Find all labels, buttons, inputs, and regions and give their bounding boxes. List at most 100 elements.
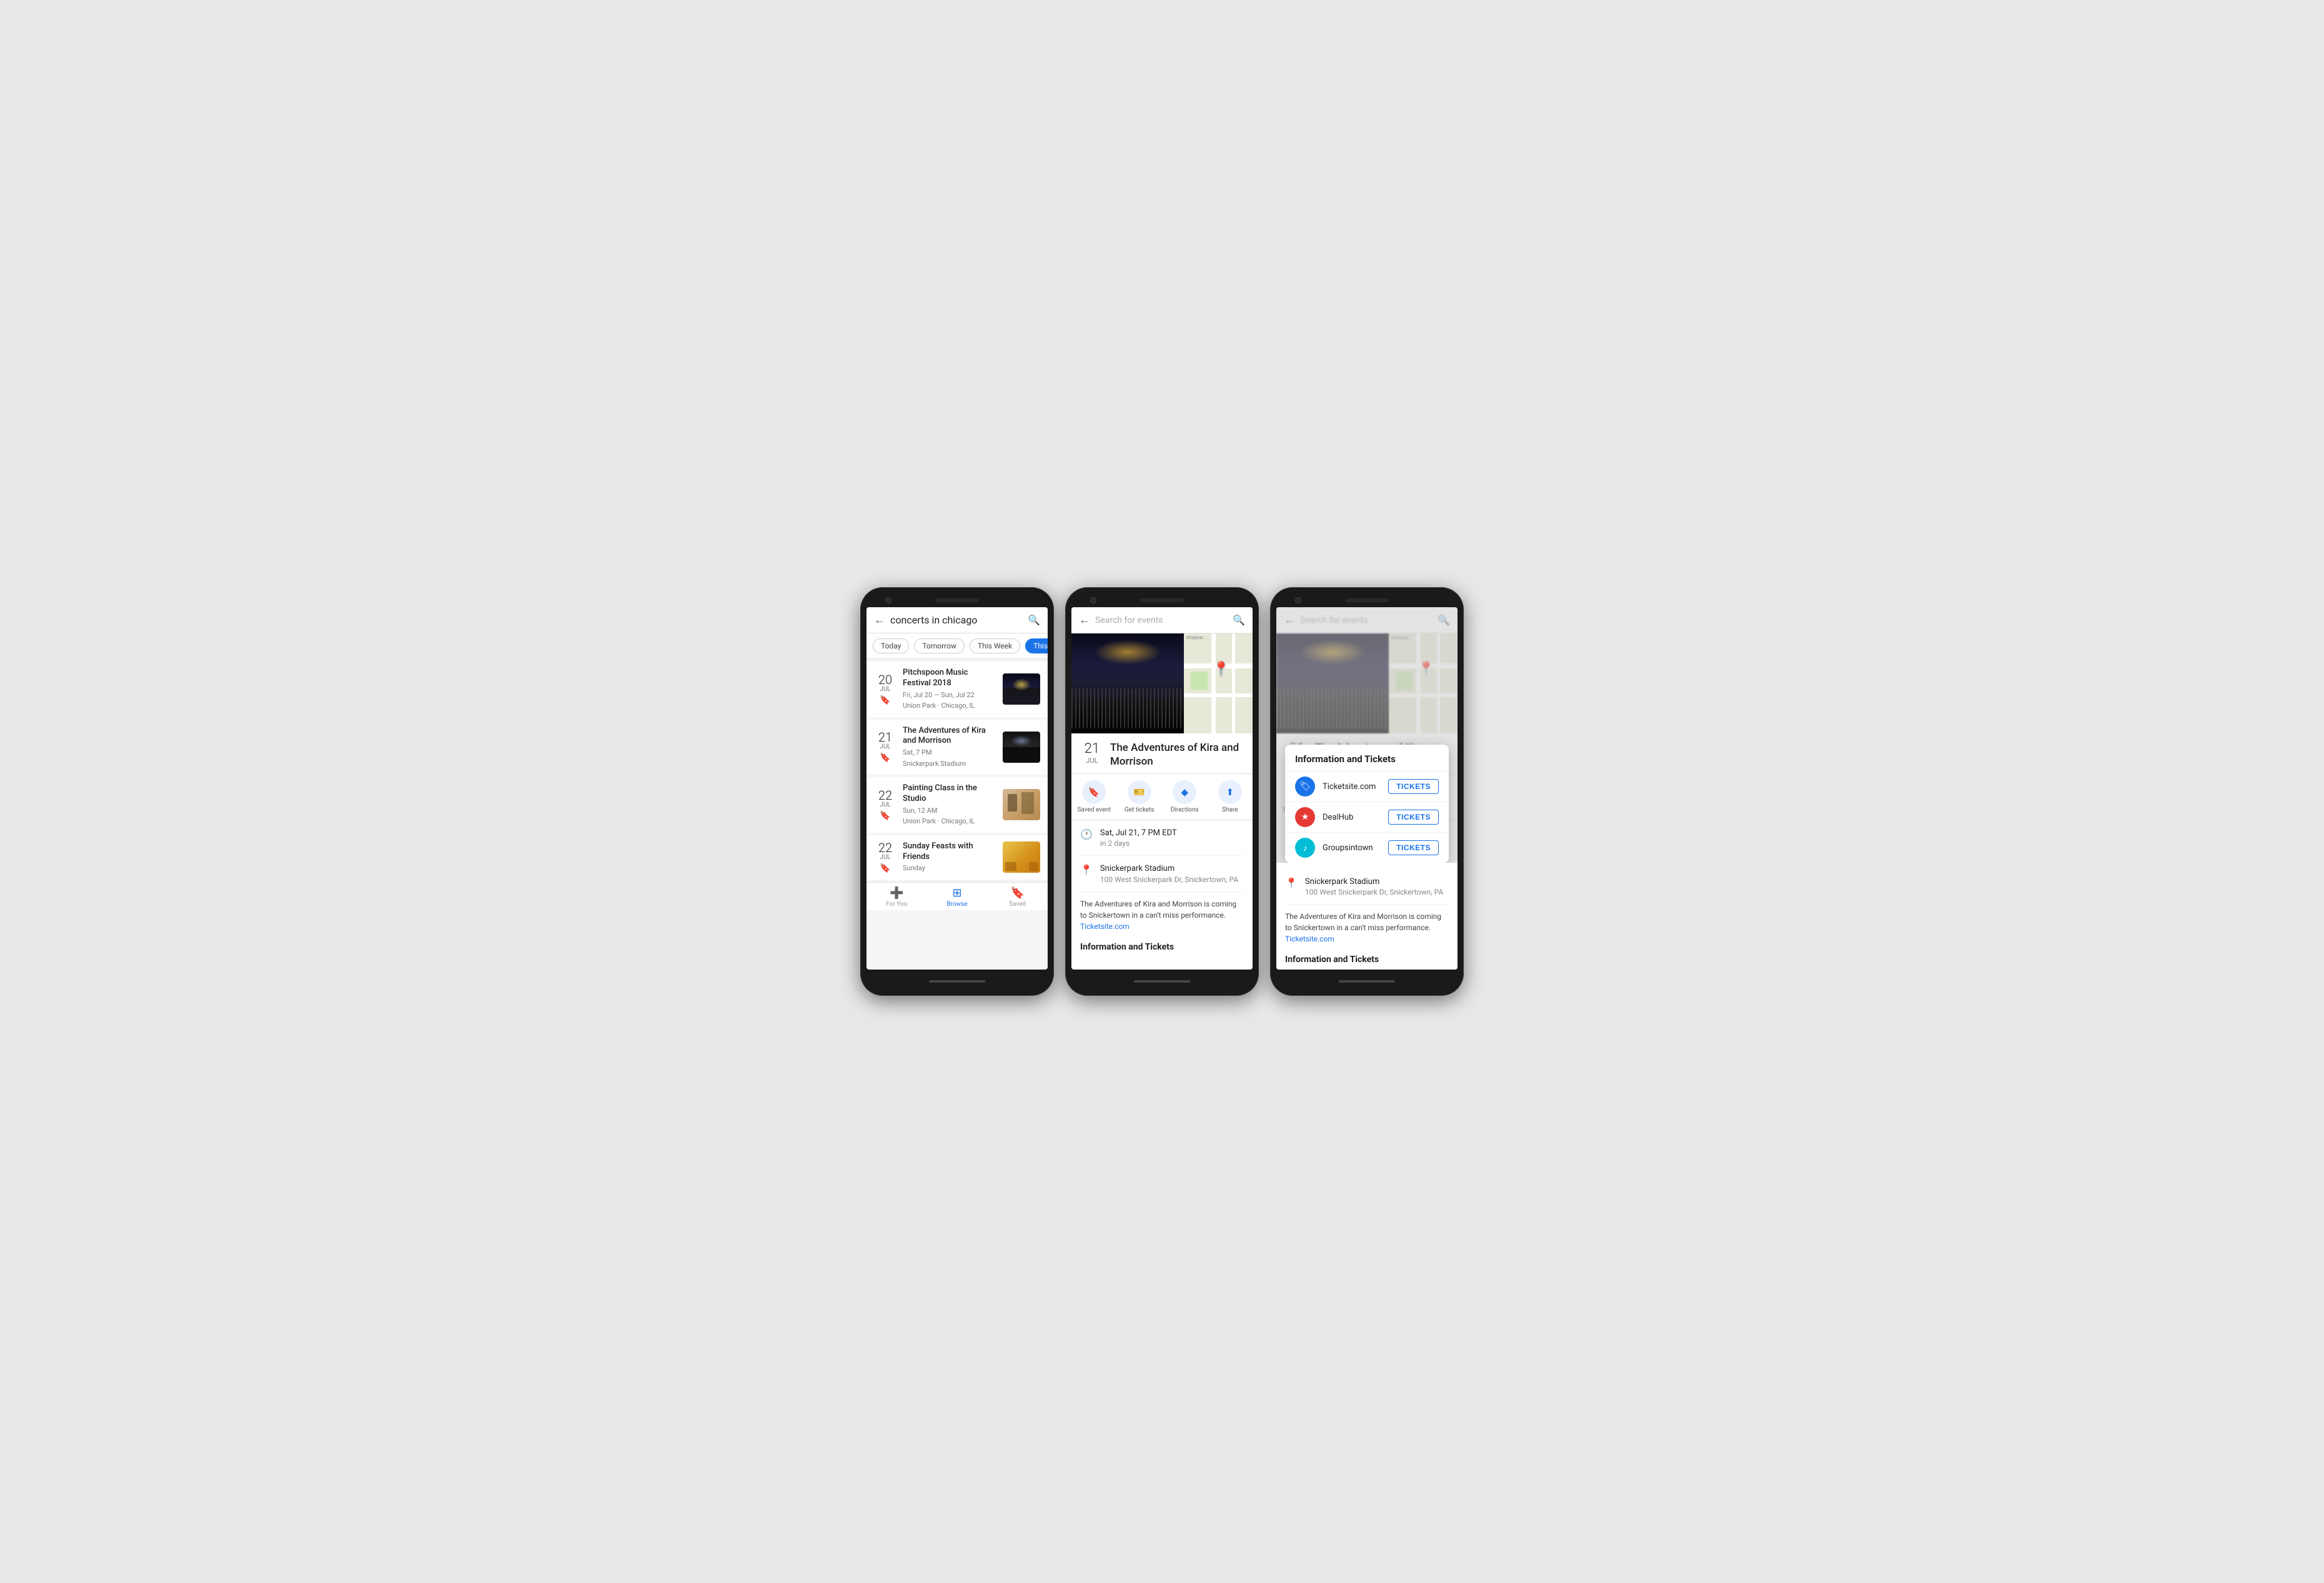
back-button-2[interactable]: ← xyxy=(1079,613,1090,627)
event-list-1: 20 JUL 🔖 Pitchspoon Music Festival 2018 … xyxy=(867,662,1048,880)
event-info-2: The Adventures of Kira and Morrison Sat,… xyxy=(903,726,996,769)
phone-2-camera xyxy=(1090,597,1096,603)
action-get-tickets[interactable]: 🎫 Get tickets xyxy=(1117,780,1163,813)
event-info-1: Pitchspoon Music Festival 2018 Fri, Jul … xyxy=(903,668,996,711)
desc-text-2: The Adventures of Kira and Morrison is c… xyxy=(1080,900,1236,920)
phone-3-bottom-bar xyxy=(1276,976,1457,987)
search-icon-1[interactable]: 🔍 xyxy=(1028,614,1040,626)
ticket-row-2: ★ DealHub TICKETS xyxy=(1285,801,1449,832)
event-sub1-2: Sat, 7 PM xyxy=(903,748,996,757)
phone-3-speaker xyxy=(1345,598,1389,602)
event-item-4[interactable]: 22 JUL 🔖 Sunday Feasts with Friends Sund… xyxy=(867,835,1048,880)
chip-today[interactable]: Today xyxy=(873,638,909,653)
saved-event-label: Saved event xyxy=(1077,806,1111,813)
save-icon-4[interactable]: 🔖 xyxy=(874,863,896,873)
phone-2-home-bar xyxy=(1134,980,1190,983)
chip-this-weekend[interactable]: This Weekend xyxy=(1025,638,1048,653)
time-row-2: 🕐 Sat, Jul 21, 7 PM EDT in 2 days xyxy=(1080,820,1244,856)
action-saved-event[interactable]: 🔖 Saved event xyxy=(1071,780,1117,813)
event-date-month-1: JUL xyxy=(874,686,896,693)
phone-2-header: ← Search for events 🔍 xyxy=(1071,607,1253,633)
ticket-logo-2: ★ xyxy=(1295,807,1315,827)
tickets-overlay: Information and Tickets 🏷 Ticketsite.com… xyxy=(1276,607,1457,970)
venue-info-3: Snickerpark Stadium 100 West Snickerpark… xyxy=(1305,876,1443,896)
saved-event-icon: 🔖 xyxy=(1082,780,1106,804)
event-thumb-2 xyxy=(1003,732,1040,763)
desc-link-3[interactable]: Ticketsite.com xyxy=(1285,935,1334,943)
ticket-btn-3[interactable]: TICKETS xyxy=(1388,840,1439,855)
back-button-1[interactable]: ← xyxy=(874,613,885,627)
phone-1-camera xyxy=(885,597,891,603)
hero-concert-image xyxy=(1071,633,1184,733)
phone-1-header: ← concerts in chicago 🔍 xyxy=(867,607,1048,633)
hero-map[interactable]: 📍 sheypar... xyxy=(1184,633,1253,733)
share-icon: ⬆ xyxy=(1226,787,1234,798)
time-info-2: Sat, Jul 21, 7 PM EDT in 2 days xyxy=(1100,828,1177,848)
map-park xyxy=(1191,672,1208,690)
directions-label: Directions xyxy=(1171,806,1199,813)
nav-saved[interactable]: 🔖 Saved xyxy=(987,886,1048,908)
event-sub2-2: Snickerpark Stadium xyxy=(903,759,996,768)
phone-3-top-bar xyxy=(1276,595,1457,607)
ticket-logo-1: 🏷 xyxy=(1295,777,1315,796)
event-date-num-1: 20 xyxy=(874,673,896,686)
venue-main-2: Snickerpark Stadium xyxy=(1100,863,1238,875)
save-icon-1[interactable]: 🔖 xyxy=(874,695,896,705)
event-name-2: The Adventures of Kira and Morrison xyxy=(903,726,996,747)
nav-for-you-label: For You xyxy=(886,901,907,908)
search-icon-2[interactable]: 🔍 xyxy=(1233,614,1245,626)
nav-browse[interactable]: ⊞ Browse xyxy=(927,886,988,908)
phone-2-screen: ← Search for events 🔍 📍 sheypar... xyxy=(1071,607,1253,970)
ticket-btn-1[interactable]: TICKETS xyxy=(1388,779,1439,794)
phone-1-top-bar xyxy=(867,595,1048,607)
event-date-num-3: 22 xyxy=(874,789,896,801)
venue-main-3: Snickerpark Stadium xyxy=(1305,876,1443,888)
event-item-1[interactable]: 20 JUL 🔖 Pitchspoon Music Festival 2018 … xyxy=(867,662,1048,717)
nav-saved-label: Saved xyxy=(1009,901,1026,908)
saved-icon: 🔖 xyxy=(1010,886,1024,900)
venue-row-2: 📍 Snickerpark Stadium 100 West Snickerpa… xyxy=(1080,856,1244,891)
event-thumb-4 xyxy=(1003,841,1040,873)
action-buttons-2: 🔖 Saved event 🎫 Get tickets ◆ Directions… xyxy=(1071,773,1253,820)
event-date-num-2: 21 xyxy=(874,731,896,743)
ticket-logo-3: ♪ xyxy=(1295,838,1315,858)
map-pin-2: 📍 xyxy=(1213,662,1229,677)
for-you-icon: ➕ xyxy=(890,886,903,900)
bottom-nav-1: ➕ For You ⊞ Browse 🔖 Saved xyxy=(867,882,1048,910)
event-sub2-1: Union Park · Chicago, IL xyxy=(903,701,996,710)
browse-icon: ⊞ xyxy=(952,886,961,900)
phone-3-home-bar xyxy=(1339,980,1395,983)
event-thumb-1 xyxy=(1003,673,1040,705)
nav-for-you[interactable]: ➕ For You xyxy=(867,886,927,908)
event-date-1: 20 JUL 🔖 xyxy=(874,673,896,705)
desc-link-2[interactable]: Ticketsite.com xyxy=(1080,922,1130,931)
event-sub1-4: Sunday xyxy=(903,863,996,873)
ticket-site-3: Groupsintown xyxy=(1323,843,1381,853)
event-item-2[interactable]: 21 JUL 🔖 The Adventures of Kira and Morr… xyxy=(867,720,1048,775)
chip-this-week[interactable]: This Week xyxy=(970,638,1020,653)
chip-tomorrow[interactable]: Tomorrow xyxy=(914,638,965,653)
search-placeholder-2[interactable]: Search for events xyxy=(1095,615,1228,625)
event-title-date-2: 21 JUL xyxy=(1080,741,1104,765)
tickets-popup: Information and Tickets 🏷 Ticketsite.com… xyxy=(1285,745,1449,863)
ticket-site-2: DealHub xyxy=(1323,813,1381,822)
venue-sub-3: 100 West Snickerpark Dr, Snickertown, PA xyxy=(1305,888,1443,896)
save-icon-2[interactable]: 🔖 xyxy=(874,753,896,763)
nav-browse-label: Browse xyxy=(946,901,967,908)
event-item-3[interactable]: 22 JUL 🔖 Painting Class in the Studio Su… xyxy=(867,777,1048,833)
event-date-2: 21 JUL 🔖 xyxy=(874,731,896,763)
action-share[interactable]: ⬆ Share xyxy=(1208,780,1253,813)
save-icon-3[interactable]: 🔖 xyxy=(874,811,896,821)
ticket-btn-2[interactable]: TICKETS xyxy=(1388,810,1439,825)
event-date-3: 22 JUL 🔖 xyxy=(874,789,896,821)
phone-3-camera xyxy=(1295,597,1301,603)
search-title-1: concerts in chicago xyxy=(890,614,1023,626)
directions-icon-wrap: ◆ xyxy=(1173,780,1196,804)
event-date-num-4: 22 xyxy=(874,841,896,854)
action-directions[interactable]: ◆ Directions xyxy=(1162,780,1208,813)
location-icon-2: 📍 xyxy=(1080,864,1093,876)
event-info-3: Painting Class in the Studio Sun, 12 AM … xyxy=(903,783,996,826)
venue-sub-2: 100 West Snickerpark Dr, Snickertown, PA xyxy=(1100,875,1238,884)
location-icon-3: 📍 xyxy=(1285,877,1298,889)
phone-1-home-bar xyxy=(929,980,985,983)
